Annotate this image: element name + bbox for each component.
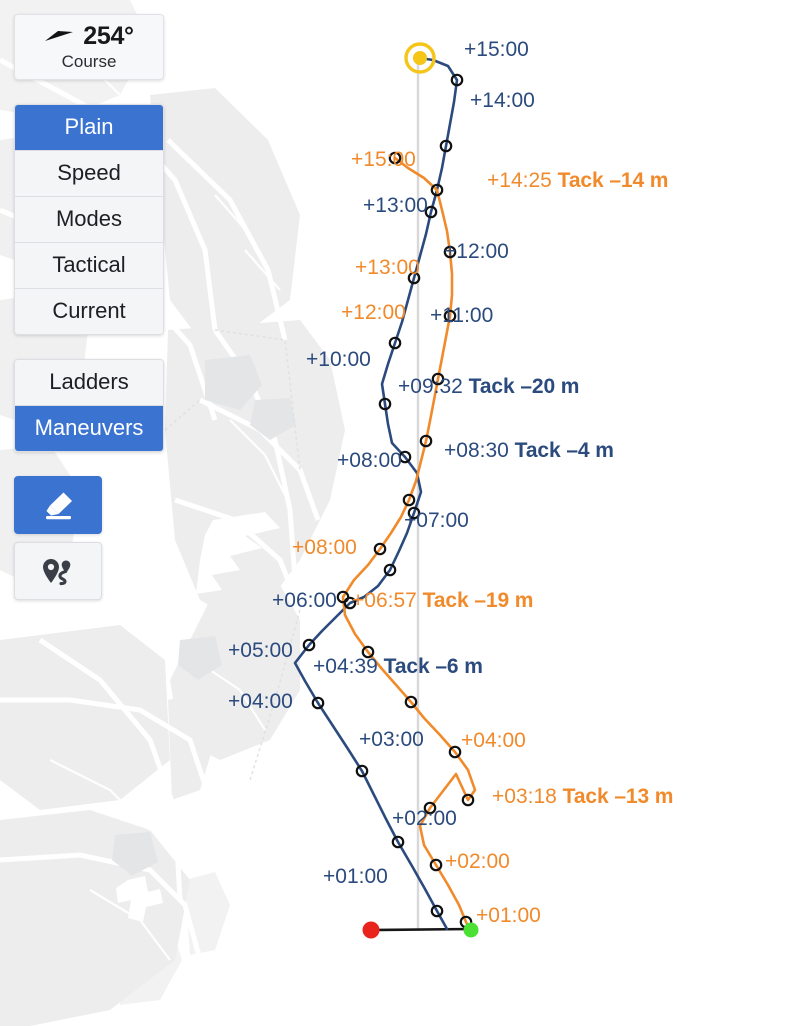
track-vertex[interactable] <box>383 563 397 577</box>
view-mode-group: Plain Speed Modes Tactical Current <box>14 104 164 336</box>
track-vertex[interactable] <box>429 858 443 872</box>
track-vertex[interactable] <box>439 139 453 153</box>
track-vertex[interactable] <box>311 696 325 710</box>
overlay-ladders[interactable]: Ladders <box>15 360 163 407</box>
track-vertex[interactable] <box>424 205 438 219</box>
start-committee-boat[interactable] <box>463 922 479 938</box>
track-vertex[interactable] <box>448 745 462 759</box>
course-label: Course <box>61 52 117 71</box>
track-vertex[interactable] <box>430 183 444 197</box>
course-value: 254° <box>83 21 134 50</box>
view-mode-tactical[interactable]: Tactical <box>15 243 163 290</box>
track-vertex[interactable] <box>398 450 412 464</box>
track-vertex[interactable] <box>391 835 405 849</box>
course-indicator-card: 254° Course <box>14 14 164 81</box>
overlay-maneuvers[interactable]: Maneuvers <box>15 406 163 452</box>
track-vertex[interactable] <box>373 542 387 556</box>
view-mode-speed[interactable]: Speed <box>15 151 163 198</box>
track-vertex[interactable] <box>402 493 416 507</box>
highlighter-tool-button[interactable] <box>14 476 102 535</box>
track-vertex[interactable] <box>450 73 464 87</box>
track-vertex[interactable] <box>355 764 369 778</box>
track-vertex[interactable] <box>443 245 457 259</box>
track-vertex[interactable] <box>407 506 421 520</box>
track-vertex[interactable] <box>461 793 475 807</box>
track-vertex[interactable] <box>431 372 445 386</box>
track-vertex[interactable] <box>361 645 375 659</box>
map-control-stack: 254° Course Plain Speed Modes Tactical C… <box>14 14 164 601</box>
track-vertex[interactable] <box>430 904 444 918</box>
track-vertex[interactable] <box>388 151 402 165</box>
tool-button-group <box>14 476 164 601</box>
track-vertex[interactable] <box>407 271 421 285</box>
track-vertex[interactable] <box>388 336 402 350</box>
view-mode-current[interactable]: Current <box>15 289 163 335</box>
route-pin-icon <box>43 559 71 586</box>
highlighter-icon <box>46 492 72 520</box>
track-vertex[interactable] <box>423 801 437 815</box>
course-arrow-icon <box>45 31 74 41</box>
map-application: 254° Course Plain Speed Modes Tactical C… <box>0 0 806 1026</box>
track-vertex[interactable] <box>404 695 418 709</box>
waypoints-tool-button[interactable] <box>14 542 102 601</box>
track-vertex[interactable] <box>336 590 350 604</box>
track-vertex[interactable] <box>378 397 392 411</box>
view-mode-plain[interactable]: Plain <box>15 105 163 152</box>
start-line <box>370 927 472 932</box>
start-pin-buoy[interactable] <box>362 921 380 939</box>
view-mode-modes[interactable]: Modes <box>15 197 163 244</box>
overlay-group: Ladders Maneuvers <box>14 359 164 453</box>
track-vertex[interactable] <box>302 638 316 652</box>
top-mark-buoy[interactable] <box>413 51 427 65</box>
track-vertex[interactable] <box>443 309 457 323</box>
track-vertex[interactable] <box>419 434 433 448</box>
